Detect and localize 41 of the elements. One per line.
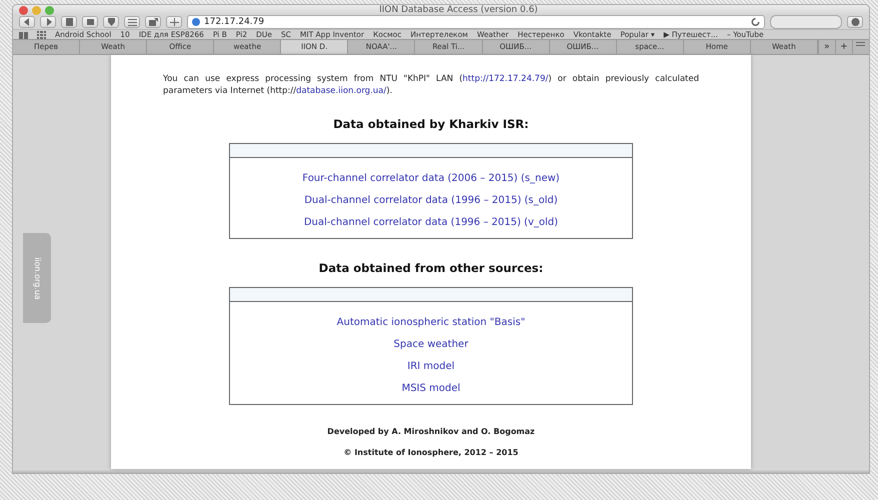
data-link[interactable]: MSIS model (402, 378, 460, 400)
section-heading: Data obtained by Kharkiv ISR: (333, 117, 529, 131)
list-icon (128, 18, 136, 26)
grid-icon (37, 30, 46, 38)
globe-icon (192, 18, 200, 26)
address-field[interactable]: 172.17.24.79 (187, 15, 765, 29)
address-text: 172.17.24.79 (204, 17, 266, 27)
new-tab-button[interactable]: + (834, 40, 852, 54)
share-button[interactable] (145, 16, 161, 28)
share-icon (148, 18, 158, 26)
link[interactable]: database.iion.org.ua/ (296, 86, 386, 96)
back-icon (22, 18, 32, 26)
menu-icon (856, 41, 866, 49)
close-button[interactable] (19, 6, 28, 14)
section-heading: Data obtained from other sources: (318, 261, 544, 275)
footer-text: © Institute of Ionosphere, 2012 – 2015 (344, 448, 518, 457)
data-link[interactable]: Dual-channel correlator data (1996 – 2015) (v_old) (304, 212, 558, 234)
search-field[interactable] (770, 15, 842, 29)
list-button[interactable] (124, 16, 140, 28)
data-link[interactable]: Dual-channel correlator data (1996 – 2015) (s_old) (304, 190, 558, 212)
side-tab-label: iion.org.ua (32, 256, 42, 300)
footer-text: Developed by A. Miroshnikov and O. Bogomaz (327, 427, 535, 436)
shield-button[interactable] (103, 16, 119, 28)
data-link[interactable]: Space weather (394, 334, 468, 356)
intro-paragraph: You can use express processing system from NTU "KhPI" LAN (http://172.17.24.79/) or obtain previously calculated parameters via Internet (http://database.iion.org.ua/). (163, 73, 699, 97)
back-button[interactable] (19, 16, 35, 28)
tab-overflow-button[interactable]: » (818, 40, 835, 54)
shield-icon (106, 18, 116, 26)
add-button[interactable] (166, 16, 182, 28)
window-title: IION Database Access (version 0.6) (378, 5, 539, 15)
history-button[interactable] (61, 16, 77, 28)
plus-icon (170, 18, 178, 26)
forward-button[interactable] (40, 16, 56, 28)
settings-button[interactable] (847, 16, 863, 28)
page-icon (86, 18, 94, 26)
data-link[interactable]: Automatic ionospheric station "Basis" (336, 312, 526, 334)
data-link[interactable]: IRI model (407, 356, 455, 378)
reload-icon (751, 18, 760, 26)
data-link[interactable]: Four-channel correlator data (2006 – 2015) (s_new) (302, 168, 560, 190)
link[interactable]: http://172.17.24.79/ (462, 74, 548, 84)
reader-button[interactable] (82, 16, 98, 28)
